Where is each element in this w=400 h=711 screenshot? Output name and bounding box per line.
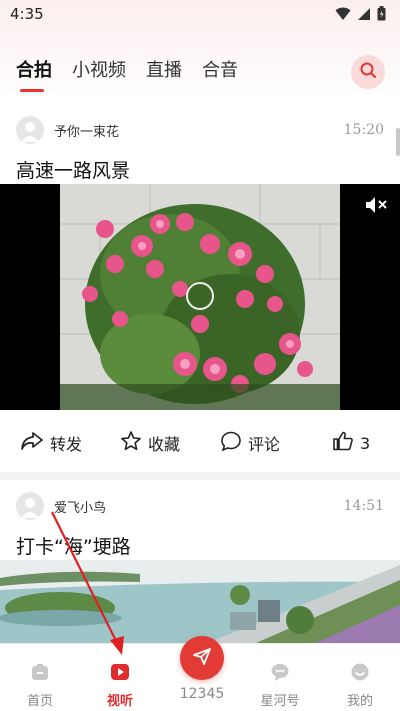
post-time: 14:51: [343, 498, 384, 514]
favorite-label: 收藏: [148, 435, 181, 454]
favorite-button[interactable]: 收藏: [120, 430, 180, 456]
nav-video-label: 视听: [106, 694, 133, 709]
tab-heyin[interactable]: 合音: [202, 58, 238, 84]
nav-12345-label[interactable]: 12345: [170, 686, 234, 702]
tab-live[interactable]: 直播: [146, 58, 182, 84]
battery-icon: [377, 6, 386, 21]
play-indicator-icon[interactable]: [186, 282, 214, 310]
play-icon: [90, 662, 150, 686]
post-actions: 转发 收藏 评论 3: [0, 410, 400, 472]
nav-xinghe[interactable]: 星河号: [250, 662, 310, 709]
nav-me-label: 我的: [346, 694, 373, 709]
thumbs-up-icon: [332, 430, 354, 456]
status-bar: 4:35: [0, 0, 400, 28]
nav-home[interactable]: 首页: [10, 662, 70, 709]
tab-hepai[interactable]: 合拍: [16, 58, 52, 92]
wifi-icon: [335, 7, 351, 21]
paper-plane-icon: [191, 645, 213, 671]
bottom-navigation: 首页 视听 12345 星河号 我的: [0, 636, 400, 711]
video-player[interactable]: [0, 184, 400, 410]
chat-bubble-icon: [250, 662, 310, 686]
mute-icon[interactable]: [364, 194, 390, 220]
star-icon: [120, 430, 142, 456]
post-title[interactable]: 打卡“海”埂路: [16, 532, 131, 559]
nav-12345-button[interactable]: [180, 636, 224, 680]
nav-xinghe-label: 星河号: [260, 694, 300, 709]
post-time: 15:20: [343, 122, 384, 138]
tab-short-video[interactable]: 小视频: [72, 58, 126, 84]
home-icon: [10, 662, 70, 686]
signal-icon: [357, 7, 371, 21]
post-header[interactable]: 爱飞小鸟: [16, 492, 106, 520]
like-count: 3: [360, 433, 371, 453]
post-title[interactable]: 高速一路风景: [16, 156, 130, 183]
nav-me[interactable]: 我的: [330, 662, 390, 709]
like-button[interactable]: 3: [332, 430, 370, 456]
profile-icon: [330, 662, 390, 686]
nav-home-label: 首页: [26, 694, 53, 709]
app-screen: 4:35 合拍 小视频 直播 合音 予你一束花 15:20 高速一路风景 转发 …: [0, 0, 400, 711]
comment-button[interactable]: 评论: [220, 430, 280, 456]
nav-video[interactable]: 视听: [90, 662, 150, 709]
scroll-indicator: [396, 128, 400, 156]
top-tabs: 合拍 小视频 直播 合音: [16, 58, 238, 92]
status-time: 4:35: [10, 5, 44, 23]
share-label: 转发: [50, 435, 83, 454]
comment-label: 评论: [248, 435, 281, 454]
post-header[interactable]: 予你一束花: [16, 116, 119, 144]
post-author[interactable]: 予你一束花: [54, 121, 119, 140]
avatar[interactable]: [16, 492, 44, 520]
search-button[interactable]: [351, 55, 385, 89]
post-divider: [0, 472, 400, 480]
share-arrow-icon: [20, 430, 44, 456]
comment-bubble-icon: [220, 430, 242, 456]
status-icons: [335, 6, 386, 21]
avatar[interactable]: [16, 116, 44, 144]
share-button[interactable]: 转发: [20, 430, 82, 456]
search-icon: [359, 61, 377, 83]
post-author[interactable]: 爱飞小鸟: [54, 497, 106, 516]
